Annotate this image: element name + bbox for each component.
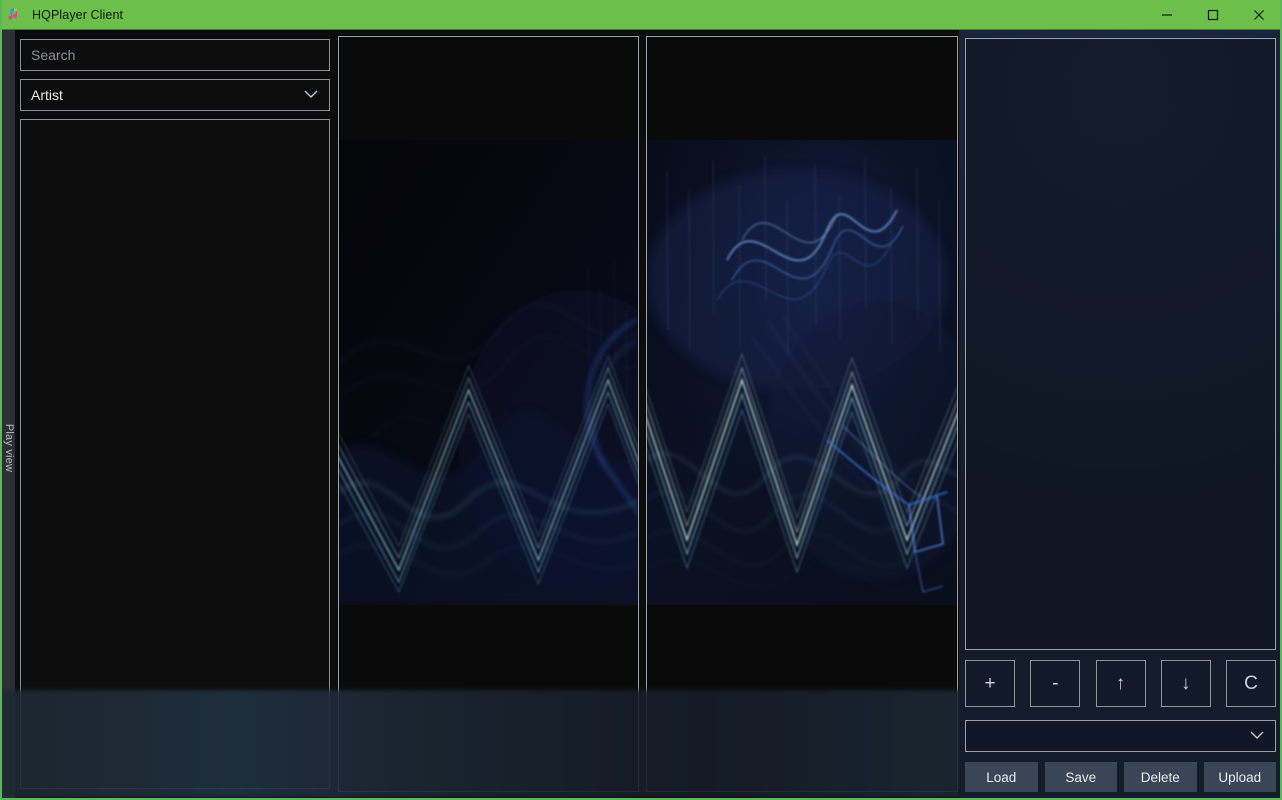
tab-play-view[interactable]: Play view (3, 424, 15, 472)
art-left-canvas (339, 140, 638, 605)
art-top-fill-2 (647, 37, 957, 140)
clear-button[interactable]: C (1226, 660, 1276, 707)
application-window: HQPlayer Client Play view Search Artist … (0, 0, 1282, 800)
preset-actions: Load Save Delete Upload (965, 762, 1276, 792)
art-right-canvas (647, 140, 957, 605)
chevron-down-icon (1249, 727, 1265, 745)
art-bottom-fill-2 (647, 605, 957, 791)
window-title: HQPlayer Client (32, 7, 124, 22)
library-list[interactable] (20, 119, 330, 789)
upload-button[interactable]: Upload (1203, 762, 1276, 792)
album-art-left[interactable] (338, 36, 639, 792)
browse-mode-value: Artist (31, 87, 63, 103)
save-button[interactable]: Save (1044, 762, 1117, 792)
chevron-down-icon (303, 86, 319, 104)
close-button[interactable] (1236, 0, 1280, 30)
move-up-button[interactable]: ↑ (1095, 660, 1146, 707)
album-art-right[interactable] (646, 36, 958, 792)
album-art-right-inner (647, 37, 957, 791)
search-input[interactable] (20, 39, 330, 71)
load-button[interactable]: Load (965, 762, 1038, 792)
title-bar: HQPlayer Client (2, 0, 1280, 30)
queue-panel: + - ↑ ↓ C Load Save Delete Upload (959, 30, 1280, 798)
album-art-area (338, 30, 958, 798)
art-top-fill (339, 37, 638, 140)
window-controls (1144, 0, 1280, 30)
preset-select[interactable] (965, 720, 1276, 752)
remove-button[interactable]: - (1030, 660, 1081, 707)
album-art-left-inner (339, 37, 638, 791)
view-tab-strip[interactable]: Play view (2, 30, 16, 798)
queue-list[interactable] (965, 38, 1276, 650)
maximize-button[interactable] (1190, 0, 1236, 30)
queue-controls: + - ↑ ↓ C (965, 660, 1276, 707)
add-button[interactable]: + (965, 660, 1015, 707)
browse-mode-select[interactable]: Artist (20, 79, 330, 111)
move-down-button[interactable]: ↓ (1160, 660, 1211, 707)
music-note-icon (8, 7, 24, 23)
library-panel: Artist (17, 30, 332, 798)
minimize-button[interactable] (1144, 0, 1190, 30)
delete-button[interactable]: Delete (1124, 762, 1197, 792)
art-bottom-fill (339, 605, 638, 791)
